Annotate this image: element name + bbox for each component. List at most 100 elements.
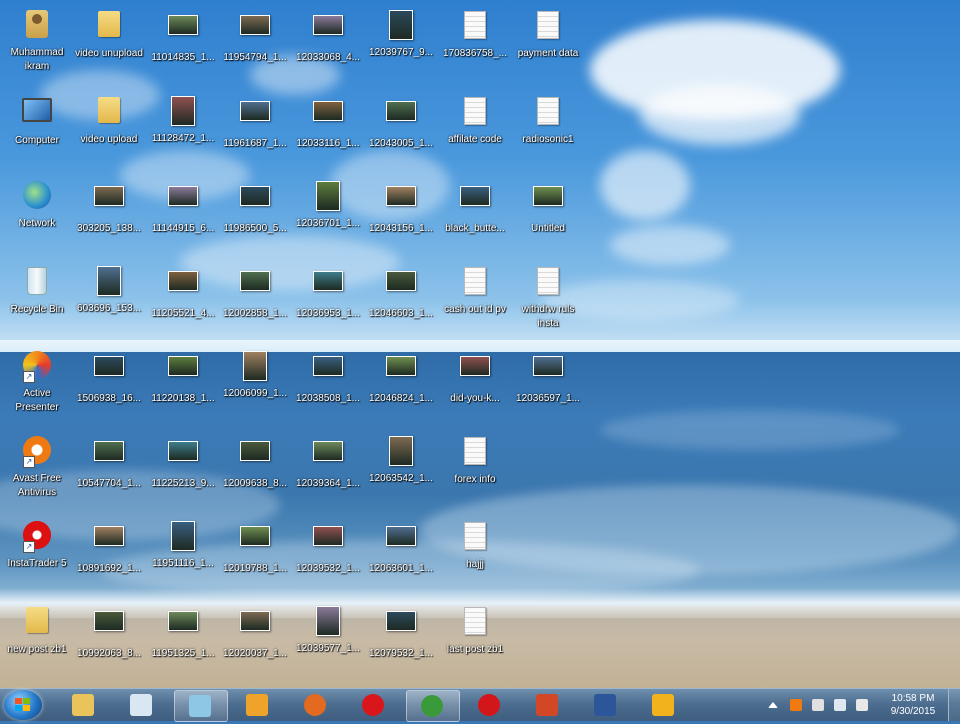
desktop-icon[interactable]: 12043005_1...	[364, 94, 438, 151]
taskbar-button[interactable]	[464, 690, 516, 720]
desktop-icon[interactable]: video upload	[72, 94, 146, 147]
recycle-bin-icon	[21, 267, 53, 299]
image-icon	[93, 186, 125, 218]
desktop-icon[interactable]: 11225213_9...	[146, 434, 220, 491]
desktop-icon-label: 11014835_1...	[151, 52, 215, 63]
desktop-icon[interactable]: 12079532_1...	[364, 604, 438, 661]
desktop-icon[interactable]: 12033068_4...	[291, 8, 365, 65]
desktop-icon[interactable]: affilate code	[438, 94, 512, 147]
taskbar-button[interactable]	[58, 690, 110, 720]
taskbar-clock[interactable]: 10:58 PM 9/30/2015	[880, 689, 946, 724]
desktop-icon[interactable]: Computer	[0, 94, 74, 148]
image-icon	[459, 186, 491, 218]
desktop-icon[interactable]: 12002858_1...	[218, 264, 292, 321]
desktop-icon[interactable]: last post zb1	[438, 604, 512, 657]
desktop-icon[interactable]: 11954794_1...	[218, 8, 292, 65]
show-desktop-button[interactable]	[948, 689, 960, 721]
desktop-icon[interactable]: withdrw ruls insta	[511, 264, 585, 331]
desktop-icon[interactable]: 12006099_1...	[218, 349, 292, 401]
avast-tray-icon[interactable]	[790, 699, 802, 711]
desktop-icon[interactable]: new post zb1	[0, 604, 74, 657]
desktop-icon[interactable]: 12063542_1...	[364, 434, 438, 486]
image-icon	[385, 271, 417, 303]
desktop-icon[interactable]: 11951116_1...	[146, 519, 220, 571]
desktop-icon[interactable]: ↗ Active Presenter	[0, 349, 74, 415]
desktop-icon[interactable]: 12039532_1...	[291, 519, 365, 576]
desktop-icon[interactable]: ↗ InstaTrader 5	[0, 519, 74, 571]
desktop-icon-label: 10891692_1...	[77, 563, 141, 574]
taskbar-button[interactable]	[290, 690, 342, 720]
image-icon	[312, 101, 344, 133]
taskbar-button[interactable]	[522, 690, 574, 720]
desktop-icon[interactable]: 11961687_1...	[218, 94, 292, 151]
taskbar-button[interactable]	[580, 690, 632, 720]
desktop-icon[interactable]: Muhammad ikram	[0, 8, 74, 74]
desktop-icon[interactable]: 12019788_1...	[218, 519, 292, 576]
desktop-icon[interactable]: 12046824_1...	[364, 349, 438, 406]
desktop-icon[interactable]: 11144915_6...	[146, 179, 220, 236]
desktop-icon[interactable]: 10891692_1...	[72, 519, 146, 576]
desktop-icon[interactable]: Recycle Bin	[0, 264, 74, 317]
desktop-icon[interactable]: 12033116_1...	[291, 94, 365, 151]
taskbar-button[interactable]	[232, 690, 284, 720]
desktop-icon-label: Computer	[15, 135, 59, 146]
desktop-icon[interactable]: 11128472_1...	[146, 94, 220, 146]
desktop-icon[interactable]: 603696_153...	[72, 264, 146, 316]
desktop-icon[interactable]: 12020037_1...	[218, 604, 292, 661]
folder-icon	[93, 97, 125, 129]
desktop-icon[interactable]: 170836758_...	[438, 8, 512, 61]
desktop-icon[interactable]: 11951325_1...	[146, 604, 220, 661]
desktop-icon[interactable]: cash out id pv	[438, 264, 512, 317]
desktop-icon[interactable]: 10547704_1...	[72, 434, 146, 491]
instatrader-icon: ↗	[21, 521, 53, 553]
action-center-flag-icon[interactable]	[856, 699, 868, 711]
desktop-icon[interactable]: 11205521_4...	[146, 264, 220, 321]
desktop-icon-label: 12036953_1...	[296, 308, 360, 319]
desktop-icon[interactable]: video unupload	[72, 8, 146, 61]
desktop-icon[interactable]: black_butte...	[438, 179, 512, 236]
desktop-icon[interactable]: 10992063_8...	[72, 604, 146, 661]
desktop-icon[interactable]: 12036597_1...	[511, 349, 585, 406]
desktop-icon[interactable]: Untitled	[511, 179, 585, 236]
desktop-icon[interactable]: 12038508_1...	[291, 349, 365, 406]
desktop-icon[interactable]: payment data	[511, 8, 585, 61]
desktop-icon[interactable]: 1506938_16...	[72, 349, 146, 406]
desktop-icon[interactable]: radiosonic1	[511, 94, 585, 147]
desktop-icon[interactable]: 11986500_5...	[218, 179, 292, 236]
desktop-icon-label: 11225213_9...	[151, 478, 215, 489]
desktop-icon[interactable]: 12036953_1...	[291, 264, 365, 321]
start-button[interactable]	[4, 690, 42, 720]
desktop-icon-label: 12046824_1...	[369, 393, 433, 404]
desktop-icon[interactable]: Network	[0, 179, 74, 231]
taskbar-button[interactable]	[348, 690, 400, 720]
desktop-icon[interactable]: 12039767_9...	[364, 8, 438, 60]
desktop-icon[interactable]: 12036701_1...	[291, 179, 365, 231]
desktop-icon[interactable]: 11220138_1...	[146, 349, 220, 406]
image-icon	[167, 521, 199, 553]
volume-muted-icon[interactable]	[812, 699, 824, 711]
desktop-icon[interactable]: 12043156_1...	[364, 179, 438, 236]
desktop-icon-label: 11961687_1...	[223, 138, 287, 149]
show-hidden-icons[interactable]	[768, 702, 778, 708]
document-icon	[459, 267, 491, 299]
desktop-icon[interactable]: 12039364_1...	[291, 434, 365, 491]
desktop-icon-label: 11986500_5...	[223, 223, 287, 234]
desktop-icon[interactable]: ↗ Avast Free Antivirus	[0, 434, 74, 500]
network-tray-icon[interactable]	[834, 699, 846, 711]
taskbar-button[interactable]	[406, 690, 460, 722]
desktop-icon[interactable]: hajjj	[438, 519, 512, 572]
desktop-icon[interactable]: 303205_138...	[72, 179, 146, 236]
taskbar-button[interactable]	[174, 690, 228, 722]
desktop-icon[interactable]: forex info	[438, 434, 512, 487]
desktop-icon[interactable]: 12039577_1...	[291, 604, 365, 656]
desktop-icon[interactable]: 11014835_1...	[146, 8, 220, 65]
desktop-icon[interactable]: 12009638_8...	[218, 434, 292, 491]
desktop-icon-label: 12043005_1...	[369, 138, 433, 149]
taskbar-button[interactable]	[116, 690, 168, 720]
desktop-icon-label: 12063601_1...	[369, 563, 433, 574]
desktop-icon[interactable]: 12046603_1...	[364, 264, 438, 321]
document-icon	[459, 11, 491, 43]
desktop-icon[interactable]: 12063601_1...	[364, 519, 438, 576]
desktop-icon[interactable]: did-you-k...	[438, 349, 512, 406]
taskbar-button[interactable]	[638, 690, 690, 720]
